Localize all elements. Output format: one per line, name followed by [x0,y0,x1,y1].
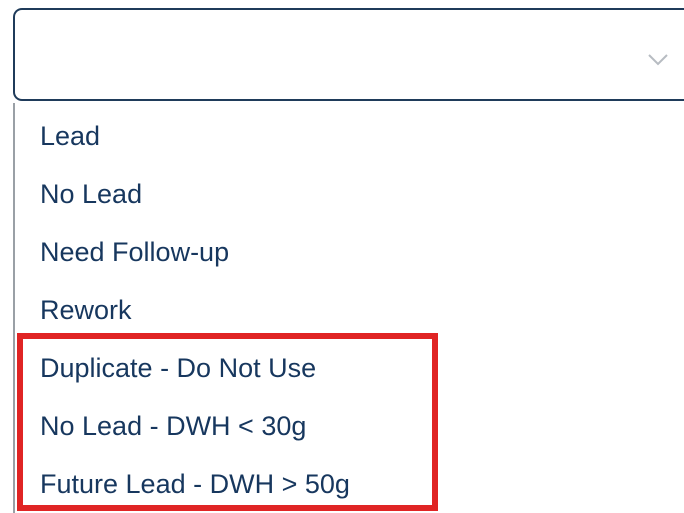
option-duplicate-do-not-use[interactable]: Duplicate - Do Not Use [15,340,684,396]
dropdown-options-list: Lead No Lead Need Follow-up Rework Dupli… [13,103,684,513]
dropdown-screenshot: Lead No Lead Need Follow-up Rework Dupli… [0,0,684,513]
option-rework[interactable]: Rework [15,282,684,338]
option-no-lead-dwh-under-30g[interactable]: No Lead - DWH < 30g [15,398,684,454]
option-no-lead[interactable]: No Lead [15,166,684,222]
option-future-lead-dwh-over-50g[interactable]: Future Lead - DWH > 50g [15,456,684,512]
chevron-down-icon[interactable] [645,46,671,72]
option-need-follow-up[interactable]: Need Follow-up [15,224,684,280]
status-select[interactable] [13,8,684,101]
option-lead[interactable]: Lead [15,108,684,164]
